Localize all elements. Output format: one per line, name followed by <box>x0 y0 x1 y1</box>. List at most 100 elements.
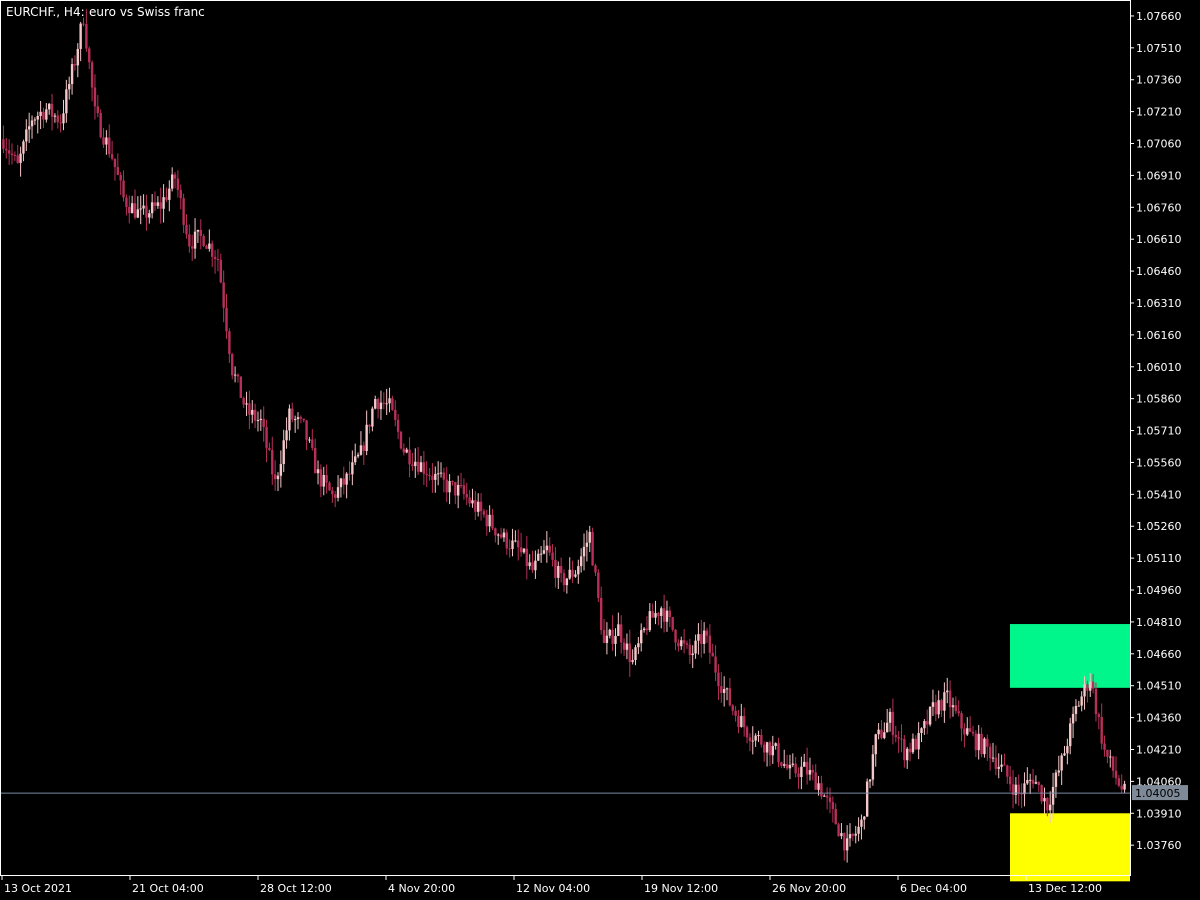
candle-body <box>419 462 423 472</box>
candle-body <box>645 628 649 631</box>
candle-body <box>702 630 706 644</box>
price-axis-label: 1.07510 <box>1136 42 1182 55</box>
price-axis-label: 1.06010 <box>1136 361 1182 374</box>
candle-body <box>208 243 211 249</box>
candle-body <box>811 770 815 773</box>
candle-body <box>534 560 537 571</box>
candle-body <box>1114 770 1118 779</box>
candle-body <box>105 137 108 145</box>
candle-body <box>783 764 786 766</box>
candle-body <box>170 174 174 189</box>
candle-body <box>253 409 257 421</box>
candle-body <box>476 501 480 512</box>
candle-body <box>1077 705 1081 707</box>
time-axis-label: 13 Oct 2021 <box>4 882 72 895</box>
candle-body <box>345 473 348 485</box>
candle-body <box>854 833 857 836</box>
candle-body <box>299 417 303 419</box>
candle-body <box>454 482 457 496</box>
candle-body <box>10 153 14 156</box>
candle-body <box>845 838 849 851</box>
candle-body <box>233 374 237 376</box>
candle-body <box>293 419 297 421</box>
candle-body <box>153 202 157 206</box>
price-chart[interactable]: 1.07660 1.07510 1.07360 1.07210 1.07060 1.069… <box>0 0 1200 900</box>
candle-body <box>382 402 386 404</box>
price-axis-label: 1.05410 <box>1136 488 1182 501</box>
candle-body <box>351 462 354 475</box>
time-axis-label: 6 Dec 04:00 <box>900 882 967 895</box>
candle-body <box>880 729 883 739</box>
candle-body <box>514 540 517 542</box>
candle-body <box>1123 783 1126 790</box>
candle-body <box>271 449 274 475</box>
candle-body <box>374 399 377 409</box>
candle-body <box>1111 756 1115 771</box>
candle-body <box>599 597 603 631</box>
price-axis-label: 1.07060 <box>1136 138 1182 151</box>
candle-body <box>937 700 940 715</box>
candle-body <box>800 766 803 778</box>
candle-body <box>685 643 689 645</box>
candle-body <box>93 87 97 107</box>
candle-body <box>179 189 182 199</box>
candle-body <box>39 111 42 116</box>
candle-body <box>594 565 597 573</box>
candle-body <box>900 738 903 740</box>
candle-body <box>231 354 234 376</box>
candle-body <box>1069 723 1072 747</box>
candle-body <box>148 213 151 218</box>
candle-body <box>56 115 59 123</box>
candle-body <box>1023 783 1026 795</box>
candle-body <box>865 781 869 817</box>
candle-body <box>139 208 142 210</box>
candle-body <box>396 419 400 432</box>
candle-body <box>316 469 320 474</box>
price-axis-label: 1.06610 <box>1136 233 1182 246</box>
candle-body <box>265 427 268 448</box>
candle-body <box>13 155 17 157</box>
candle-body <box>22 141 25 154</box>
candle-body <box>797 773 800 778</box>
price-axis-label: 1.06760 <box>1136 201 1182 214</box>
candle-body <box>199 229 202 236</box>
candle-body <box>348 473 351 475</box>
candle-body <box>697 634 700 641</box>
candle-body <box>1017 784 1020 794</box>
candle-body <box>622 642 626 650</box>
candle-body <box>1037 782 1040 786</box>
candle-body <box>714 656 717 673</box>
price-axis-label: 1.07210 <box>1136 106 1182 119</box>
candle-body <box>694 640 697 654</box>
candle-body <box>219 259 222 283</box>
candle-body <box>651 611 654 618</box>
candle-body <box>288 408 291 431</box>
candle-body <box>391 398 394 410</box>
candle-body <box>614 635 617 644</box>
candle-body <box>974 733 978 751</box>
demand-zone <box>1010 813 1130 882</box>
candle-body <box>342 478 345 485</box>
candle-body <box>428 474 431 477</box>
price-axis-label: 1.05710 <box>1136 425 1182 438</box>
candle-body <box>860 819 863 827</box>
candle-body <box>940 700 943 711</box>
candle-body <box>385 403 388 405</box>
candle-body <box>156 202 160 206</box>
candle-body <box>711 652 714 657</box>
candle-body <box>1094 688 1098 715</box>
candle-body <box>665 610 669 622</box>
candle-body <box>648 611 652 631</box>
candle-body <box>634 647 637 661</box>
candle-body <box>142 205 145 209</box>
candle-body <box>963 728 966 735</box>
candle-body <box>717 672 720 687</box>
candle-body <box>843 833 846 851</box>
candle-body <box>394 409 397 420</box>
candle-body <box>494 528 497 536</box>
chart-description: euro vs Swiss franc <box>89 5 205 19</box>
time-axis-label: 26 Nov 20:00 <box>772 882 846 895</box>
candle-body <box>677 642 680 647</box>
candle-body <box>688 644 692 656</box>
price-axis-label: 1.04510 <box>1136 680 1182 693</box>
